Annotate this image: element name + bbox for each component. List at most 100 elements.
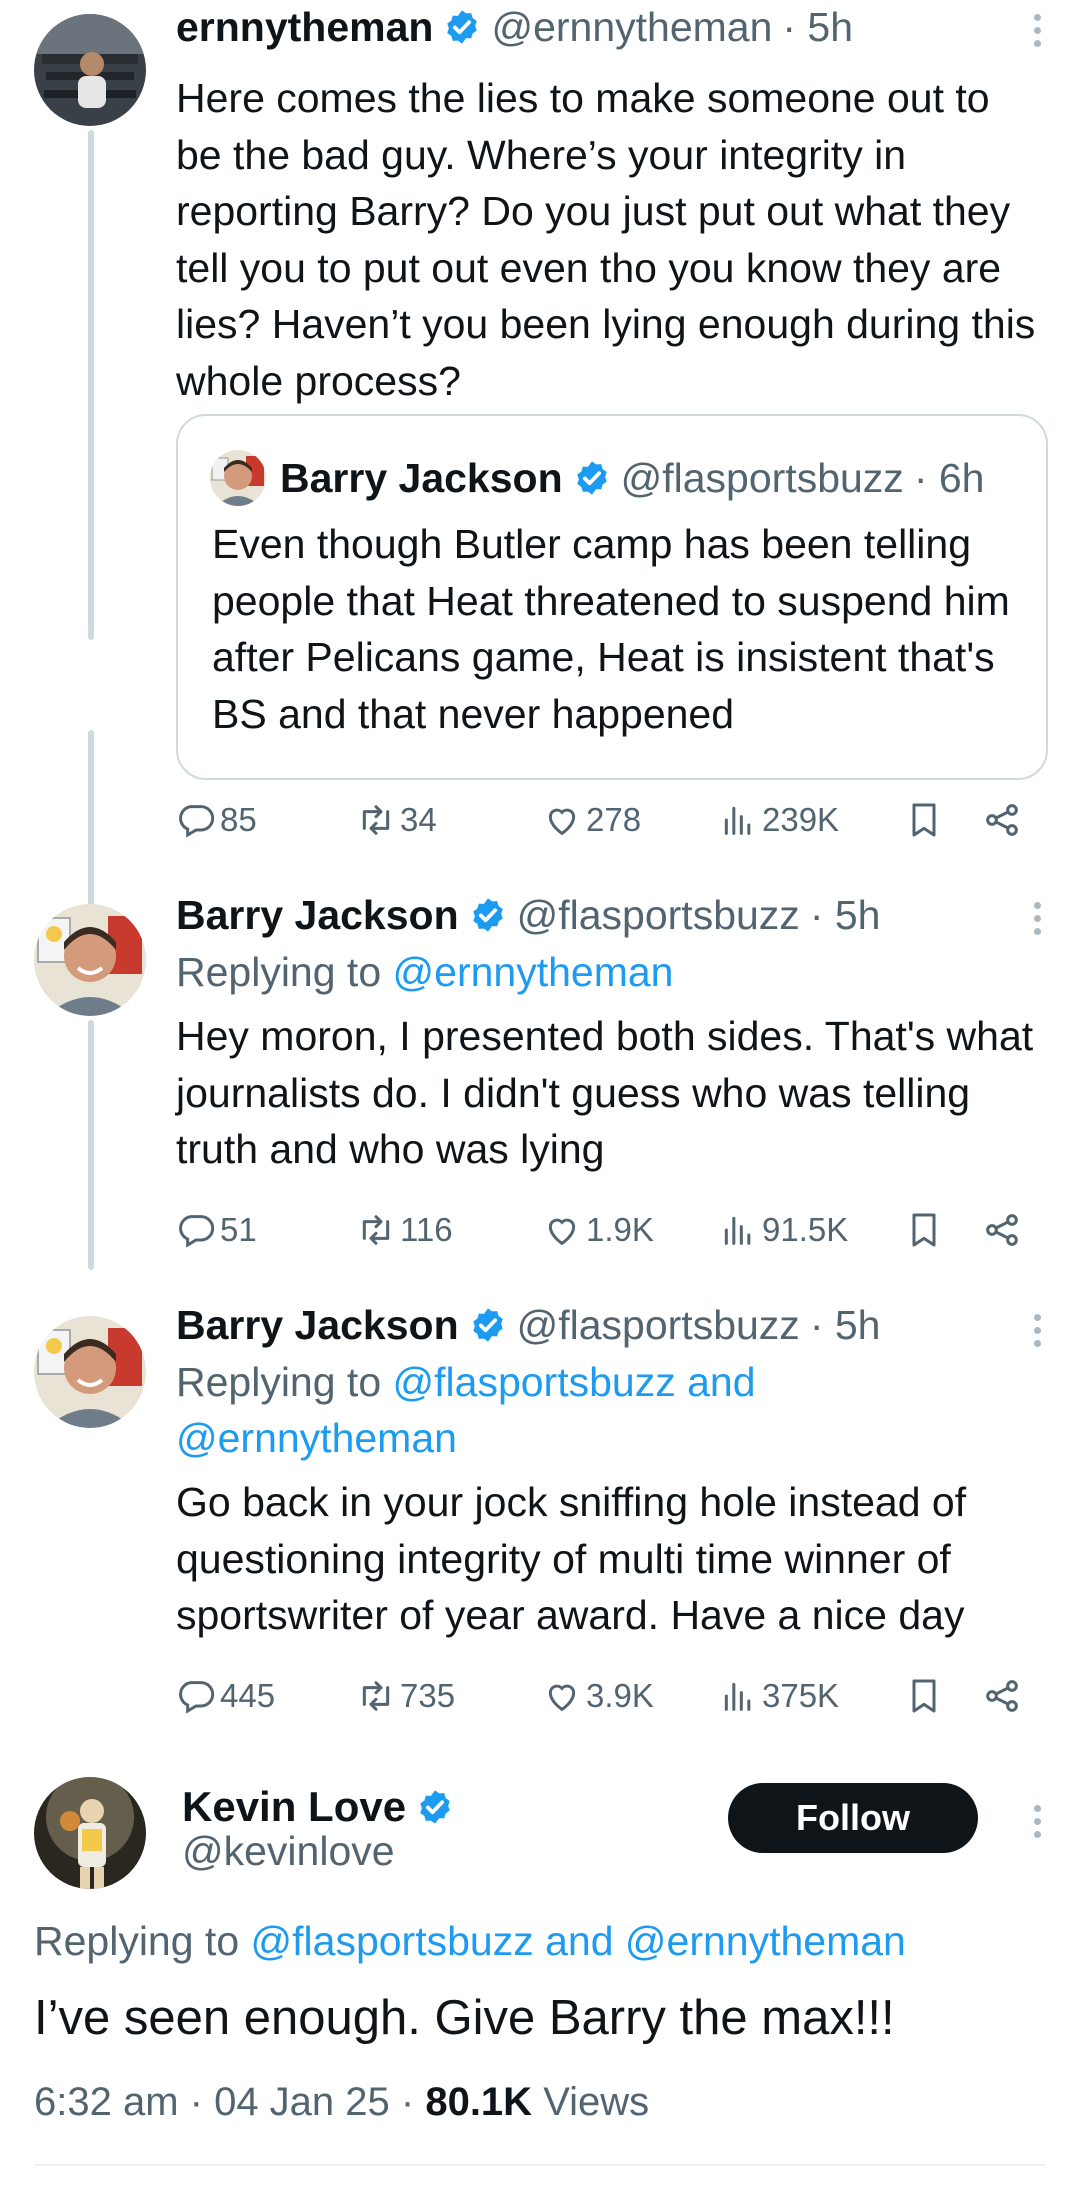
share-button[interactable] <box>982 1666 1022 1726</box>
bookmark-icon <box>912 1213 936 1247</box>
replying-to: Replying to @flasportsbuzz and @ernnythe… <box>34 1918 906 1965</box>
replying-to-mentions[interactable]: @flasportsbuzz and @ernnytheman <box>251 1918 906 1964</box>
bookmark-button[interactable] <box>904 1666 944 1726</box>
post-date[interactable]: 04 Jan 25 <box>214 2080 390 2124</box>
views-label: Views <box>543 2080 650 2124</box>
avatar <box>210 450 266 506</box>
main-author-handle[interactable]: @kevinlove <box>182 1828 395 1875</box>
more-icon[interactable] <box>1030 1314 1044 1350</box>
views-count: 239K <box>762 801 840 838</box>
like-icon <box>548 808 576 836</box>
views-count: 375K <box>762 1677 840 1714</box>
repost-button[interactable]: 34 <box>356 790 437 850</box>
avatar[interactable] <box>34 1316 146 1428</box>
timestamp[interactable]: · 5h <box>810 1302 881 1349</box>
main-tweet-text: I’ve seen enough. Give Barry the max!!! <box>34 1991 895 2045</box>
repost-icon <box>362 805 390 835</box>
more-icon[interactable] <box>1030 1805 1044 1841</box>
more-icon[interactable] <box>1030 14 1044 50</box>
repost-count: 34 <box>400 801 437 838</box>
more-icon[interactable] <box>1030 902 1044 938</box>
quoted-author-handle: @flasportsbuzz <box>620 454 904 501</box>
like-button[interactable]: 278 <box>542 790 641 850</box>
follow-button[interactable]: Follow <box>728 1783 978 1853</box>
avatar[interactable] <box>34 1777 146 1889</box>
tweet-meta: 6:32 am · 04 Jan 25 · 80.1K Views <box>34 2080 650 2124</box>
views-count: 91.5K <box>762 1211 849 1248</box>
views-button[interactable]: 91.5K <box>718 1200 848 1260</box>
repost-count: 735 <box>400 1677 456 1714</box>
bookmark-button[interactable] <box>904 1200 944 1260</box>
reply-count: 51 <box>220 1211 257 1248</box>
action-bar: 85 34 278 239K <box>176 790 1046 850</box>
divider <box>34 2164 1046 2166</box>
author-name[interactable]: Barry Jackson <box>176 1302 459 1349</box>
thread-line <box>88 730 94 930</box>
like-icon <box>548 1218 576 1246</box>
verified-badge-icon <box>472 1308 503 1342</box>
like-count: 3.9K <box>586 1677 654 1714</box>
repost-button[interactable]: 116 <box>356 1200 453 1260</box>
verified-badge-icon <box>472 898 503 932</box>
reply-button[interactable]: 51 <box>176 1200 257 1260</box>
post-time[interactable]: 6:32 am <box>34 2080 179 2124</box>
views-count: 80.1K <box>425 2080 533 2124</box>
views-icon <box>724 1216 751 1245</box>
reply-count: 85 <box>220 801 257 838</box>
avatar[interactable] <box>34 904 146 1016</box>
like-icon <box>548 1684 576 1712</box>
author-handle[interactable]: @flasportsbuzz <box>517 892 800 939</box>
main-author-name[interactable]: Kevin Love <box>182 1783 406 1831</box>
avatar[interactable] <box>34 14 146 126</box>
avatar-barry-jackson-image <box>34 1316 146 1428</box>
share-icon <box>986 804 1018 836</box>
tweet-text: Here comes the lies to make someone out … <box>176 75 1036 404</box>
repost-button[interactable]: 735 <box>356 1666 455 1726</box>
verified-badge-icon <box>576 461 607 495</box>
bookmark-icon <box>912 1679 936 1713</box>
share-button[interactable] <box>982 790 1022 850</box>
avatar-barry-jackson-image <box>210 450 266 506</box>
repost-icon <box>362 1215 390 1245</box>
quoted-timestamp: · 6h <box>913 454 985 501</box>
replying-to-label: Replying to <box>176 949 382 995</box>
reply-button[interactable]: 445 <box>176 1666 275 1726</box>
bookmark-button[interactable] <box>904 790 944 850</box>
author-name[interactable]: ernnytheman <box>176 4 433 51</box>
avatar-ernnytheman-image <box>34 14 146 126</box>
replying-to: Replying to @flasportsbuzz and @ernnythe… <box>176 1354 816 1466</box>
author-name[interactable]: Barry Jackson <box>176 892 459 939</box>
bookmark-icon <box>912 803 936 837</box>
tweet-text: Hey moron, I presented both sides. That'… <box>176 1013 1034 1172</box>
timestamp[interactable]: · 5h <box>810 892 881 939</box>
author-handle[interactable]: @flasportsbuzz <box>517 1302 800 1349</box>
action-bar: 51 116 1.9K 91.5K <box>176 1200 1046 1260</box>
reply-icon <box>179 805 215 838</box>
avatar-barry-jackson-image <box>34 904 146 1016</box>
quoted-tweet[interactable]: Barry Jackson @flasportsbuzz · 6h Even t… <box>176 414 1048 780</box>
avatar-kevin-love-image <box>34 1777 146 1889</box>
share-icon <box>986 1680 1018 1712</box>
replying-to-label: Replying to <box>176 1359 382 1405</box>
reply-button[interactable]: 85 <box>176 790 257 850</box>
author-handle[interactable]: @ernnytheman <box>491 4 772 51</box>
repost-icon <box>362 1681 390 1711</box>
share-button[interactable] <box>982 1200 1022 1260</box>
like-button[interactable]: 1.9K <box>542 1200 654 1260</box>
replying-to: Replying to @ernnytheman <box>176 944 1040 1000</box>
replying-to-label: Replying to <box>34 1918 240 1964</box>
like-button[interactable]: 3.9K <box>542 1666 654 1726</box>
views-button[interactable]: 239K <box>718 790 839 850</box>
thread-line <box>88 130 94 640</box>
thread-line <box>88 1020 94 1270</box>
views-button[interactable]: 375K <box>718 1666 839 1726</box>
repost-count: 116 <box>400 1211 453 1248</box>
replying-to-mentions[interactable]: @ernnytheman <box>393 949 674 995</box>
reply-count: 445 <box>220 1677 276 1714</box>
like-count: 1.9K <box>586 1211 654 1248</box>
reply-icon <box>179 1215 215 1248</box>
action-bar: 445 735 3.9K 375K <box>176 1666 1046 1726</box>
timestamp[interactable]: · 5h <box>782 4 853 51</box>
verified-badge-icon <box>420 1790 450 1824</box>
views-icon <box>724 1682 751 1711</box>
